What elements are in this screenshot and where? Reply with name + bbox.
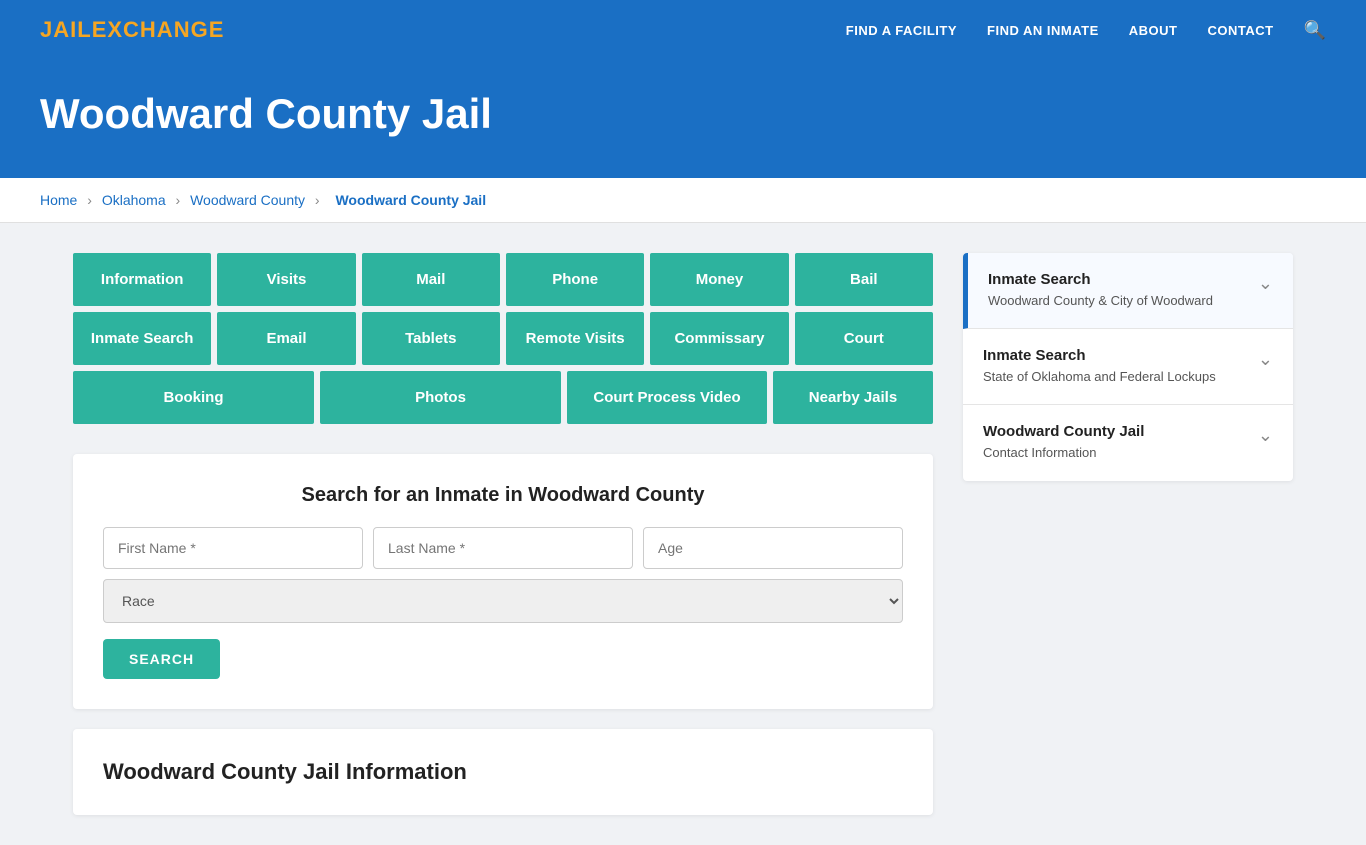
sidebar-item-contact-info[interactable]: Woodward County Jail Contact Information… <box>963 405 1293 480</box>
chevron-down-icon-contact: ⌄ <box>1258 425 1273 446</box>
btn-information[interactable]: Information <box>73 253 211 306</box>
hero-banner: Woodward County Jail <box>0 60 1366 178</box>
page-title: Woodward County Jail <box>40 90 1326 138</box>
breadcrumb: Home › Oklahoma › Woodward County › Wood… <box>0 178 1366 223</box>
nav-find-inmate[interactable]: FIND AN INMATE <box>987 23 1099 38</box>
right-sidebar: Inmate Search Woodward County & City of … <box>963 253 1293 481</box>
nav-search-button[interactable]: 🔍 <box>1304 20 1326 41</box>
sidebar-item-subtitle-woodward: Woodward County & City of Woodward <box>988 292 1213 310</box>
main-wrapper: Information Visits Mail Phone Money Bail… <box>33 223 1333 845</box>
breadcrumb-oklahoma[interactable]: Oklahoma <box>102 192 166 208</box>
logo-jail: JAIL <box>40 17 92 42</box>
btn-remote-visits[interactable]: Remote Visits <box>506 312 644 365</box>
chevron-down-icon-oklahoma: ⌄ <box>1258 349 1273 370</box>
race-select[interactable]: Race White Black Hispanic Asian Native A… <box>103 579 903 623</box>
sidebar-item-title-woodward: Inmate Search <box>988 271 1213 288</box>
last-name-input[interactable] <box>373 527 633 569</box>
sidebar-item-subtitle-contact: Contact Information <box>983 444 1144 462</box>
search-fields: Race White Black Hispanic Asian Native A… <box>103 527 903 623</box>
btn-phone[interactable]: Phone <box>506 253 644 306</box>
info-section: Woodward County Jail Information <box>73 729 933 815</box>
sidebar-card: Inmate Search Woodward County & City of … <box>963 253 1293 481</box>
first-name-input[interactable] <box>103 527 363 569</box>
site-logo[interactable]: JAILEXCHANGE <box>40 17 224 43</box>
btn-booking[interactable]: Booking <box>73 371 314 424</box>
category-button-grid: Information Visits Mail Phone Money Bail… <box>73 253 933 424</box>
btn-bail[interactable]: Bail <box>795 253 933 306</box>
nav-find-facility[interactable]: FIND A FACILITY <box>846 23 957 38</box>
btn-photos[interactable]: Photos <box>320 371 561 424</box>
btn-court[interactable]: Court <box>795 312 933 365</box>
breadcrumb-sep-2: › <box>176 192 181 208</box>
search-submit-button[interactable]: SEARCH <box>103 639 220 679</box>
breadcrumb-sep-1: › <box>87 192 92 208</box>
btn-tablets[interactable]: Tablets <box>362 312 500 365</box>
btn-nearby-jails[interactable]: Nearby Jails <box>773 371 933 424</box>
sidebar-item-title-contact: Woodward County Jail <box>983 423 1144 440</box>
btn-email[interactable]: Email <box>217 312 355 365</box>
sidebar-item-text-oklahoma: Inmate Search State of Oklahoma and Fede… <box>983 347 1216 386</box>
nav-contact[interactable]: CONTACT <box>1207 23 1273 38</box>
age-input[interactable] <box>643 527 903 569</box>
sidebar-item-inmate-search-woodward[interactable]: Inmate Search Woodward County & City of … <box>963 253 1293 329</box>
btn-commissary[interactable]: Commissary <box>650 312 788 365</box>
inmate-search-panel: Search for an Inmate in Woodward County … <box>73 454 933 709</box>
btn-inmate-search[interactable]: Inmate Search <box>73 312 211 365</box>
btn-court-process-video[interactable]: Court Process Video <box>567 371 767 424</box>
search-panel-title: Search for an Inmate in Woodward County <box>103 484 903 507</box>
breadcrumb-home[interactable]: Home <box>40 192 77 208</box>
sidebar-item-subtitle-oklahoma: State of Oklahoma and Federal Lockups <box>983 368 1216 386</box>
chevron-down-icon-woodward: ⌄ <box>1258 273 1273 294</box>
sidebar-item-text-contact: Woodward County Jail Contact Information <box>983 423 1144 462</box>
sidebar-item-title-oklahoma: Inmate Search <box>983 347 1216 364</box>
btn-mail[interactable]: Mail <box>362 253 500 306</box>
sidebar-item-text-woodward: Inmate Search Woodward County & City of … <box>988 271 1213 310</box>
main-nav: FIND A FACILITY FIND AN INMATE ABOUT CON… <box>846 20 1326 41</box>
info-section-title: Woodward County Jail Information <box>103 759 903 785</box>
nav-about[interactable]: ABOUT <box>1129 23 1178 38</box>
sidebar-item-inmate-search-oklahoma[interactable]: Inmate Search State of Oklahoma and Fede… <box>963 329 1293 405</box>
breadcrumb-sep-3: › <box>315 192 320 208</box>
btn-visits[interactable]: Visits <box>217 253 355 306</box>
logo-exchange: EXCHANGE <box>92 17 225 42</box>
breadcrumb-woodward-county[interactable]: Woodward County <box>190 192 305 208</box>
btn-money[interactable]: Money <box>650 253 788 306</box>
breadcrumb-current: Woodward County Jail <box>335 192 486 208</box>
content-left: Information Visits Mail Phone Money Bail… <box>73 253 933 815</box>
